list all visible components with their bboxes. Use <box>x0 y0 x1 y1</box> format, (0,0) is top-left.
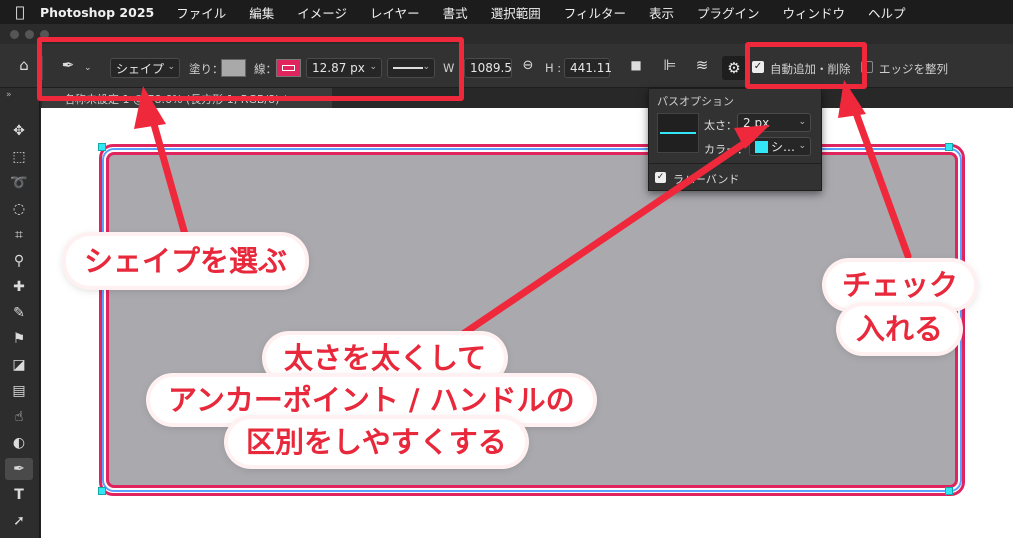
thickness-label: 太さ： <box>704 119 737 132</box>
path-color-value: シ… <box>771 140 796 154</box>
anchor-point[interactable] <box>98 487 106 495</box>
callout-text: 太さを太くして <box>284 341 487 375</box>
healing-brush-tool-icon[interactable]: ✚ <box>5 276 33 298</box>
brush-tool-icon[interactable]: ✎ <box>5 302 33 324</box>
annotation-box-auto-add <box>745 42 867 89</box>
path-arrangement-icon[interactable]: ≋ <box>691 56 713 74</box>
clone-stamp-tool-icon[interactable]: ⚑ <box>5 328 33 350</box>
move-tool-icon[interactable]: ✥ <box>5 120 33 142</box>
lasso-tool-icon[interactable]: ➰ <box>5 172 33 194</box>
callout-text: シェイプを選ぶ <box>84 244 288 278</box>
anchor-point[interactable] <box>945 487 953 495</box>
callout-thicken-line1: 太さを太くして <box>266 335 505 381</box>
path-options-panel: パスオプション 太さ： 2 px ⌄ カラー： シ… ⌄ ✓ ラバーバンド <box>648 88 822 191</box>
width-value: 1089.5 <box>470 61 512 75</box>
collapse-panel-icon[interactable]: » <box>6 90 12 100</box>
path-color-select[interactable]: シ… ⌄ <box>749 137 811 156</box>
apple-menu-icon[interactable]:  <box>0 3 40 21</box>
height-field[interactable]: 441.11 <box>564 58 612 78</box>
path-preview <box>657 113 699 153</box>
chevron-down-icon: ⌄ <box>798 141 806 151</box>
smudge-tool-icon[interactable]: ☝ <box>5 406 33 428</box>
type-tool-icon[interactable]: T <box>5 484 33 506</box>
height-label: H : <box>545 61 562 75</box>
menu-type[interactable]: 書式 <box>443 3 468 22</box>
menu-window[interactable]: ウィンドウ <box>783 3 846 22</box>
quick-selection-tool-icon[interactable]: ◌ <box>5 198 33 220</box>
callout-thicken-line3: 区別をしやすくする <box>228 419 525 465</box>
anchor-point[interactable] <box>945 143 953 151</box>
menu-select[interactable]: 選択範囲 <box>491 3 541 22</box>
height-value: 441.11 <box>570 61 612 75</box>
path-selection-tool-icon[interactable]: ➚ <box>5 510 33 532</box>
menu-bar:  Photoshop 2025 ファイル 編集 イメージ レイヤー 書式 選択… <box>0 0 1013 24</box>
callout-check-line2: 入れる <box>840 306 960 352</box>
path-alignment-icon[interactable]: ⊫ <box>660 56 680 74</box>
eraser-tool-icon[interactable]: ◪ <box>5 354 33 376</box>
menu-view[interactable]: 表示 <box>649 3 674 22</box>
link-icon[interactable]: ⊖ <box>519 58 537 73</box>
menu-file[interactable]: ファイル <box>176 3 226 22</box>
home-icon[interactable]: ⌂ <box>14 56 34 74</box>
thickness-field[interactable]: 2 px ⌄ <box>737 113 811 132</box>
callout-check-line1: チェック <box>826 262 975 308</box>
callout-text: 区別をしやすくする <box>246 425 507 459</box>
eyedropper-tool-icon[interactable]: ⚲ <box>5 250 33 272</box>
menu-plugins[interactable]: プラグイン <box>697 3 760 22</box>
callout-text: アンカーポイント / ハンドルの <box>168 383 575 417</box>
chevron-down-icon: ⌄ <box>798 117 806 127</box>
callout-text: チェック <box>842 268 959 302</box>
path-operations-icon[interactable]: ■ <box>626 58 646 72</box>
rubber-band-checkbox[interactable]: ✓ <box>655 172 666 183</box>
path-color-swatch <box>755 140 768 153</box>
marquee-tool-icon[interactable]: ⬚ <box>5 146 33 168</box>
anchor-point[interactable] <box>98 143 106 151</box>
callout-text: 入れる <box>856 312 944 346</box>
annotation-box-options <box>37 37 464 101</box>
close-window-icon[interactable] <box>10 30 19 39</box>
dodge-tool-icon[interactable]: ◐ <box>5 432 33 454</box>
callout-thicken-line2: アンカーポイント / ハンドルの <box>150 377 593 423</box>
menu-image[interactable]: イメージ <box>297 3 347 22</box>
app-menu[interactable]: Photoshop 2025 <box>40 5 154 20</box>
menu-edit[interactable]: 編集 <box>249 3 274 22</box>
color-label: カラー： <box>704 143 748 156</box>
path-preview-line <box>660 132 696 134</box>
align-edges-label: エッジを整列 <box>879 62 948 76</box>
crop-tool-icon[interactable]: ⌗ <box>5 224 33 246</box>
gradient-tool-icon[interactable]: ▤ <box>5 380 33 402</box>
path-options-title: パスオプション <box>657 95 734 108</box>
width-field[interactable]: 1089.5 <box>464 58 512 78</box>
pen-tool-icon[interactable]: ✒ <box>5 458 33 480</box>
minimize-window-icon[interactable] <box>25 30 34 39</box>
menu-filter[interactable]: フィルター <box>564 3 626 22</box>
thickness-value: 2 px <box>743 115 770 130</box>
tools-panel: » ✥ ⬚ ➰ ◌ ⌗ ⚲ ✚ ✎ ⚑ ◪ ▤ ☝ ◐ ✒ T ➚ <box>0 88 40 538</box>
gear-icon[interactable]: ⚙ <box>722 56 746 80</box>
rubber-band-label: ラバーバンド <box>673 173 740 186</box>
callout-select-shape: シェイプを選ぶ <box>66 236 306 286</box>
menu-help[interactable]: ヘルプ <box>868 3 906 22</box>
divider <box>649 163 821 164</box>
menu-layer[interactable]: レイヤー <box>370 3 420 22</box>
